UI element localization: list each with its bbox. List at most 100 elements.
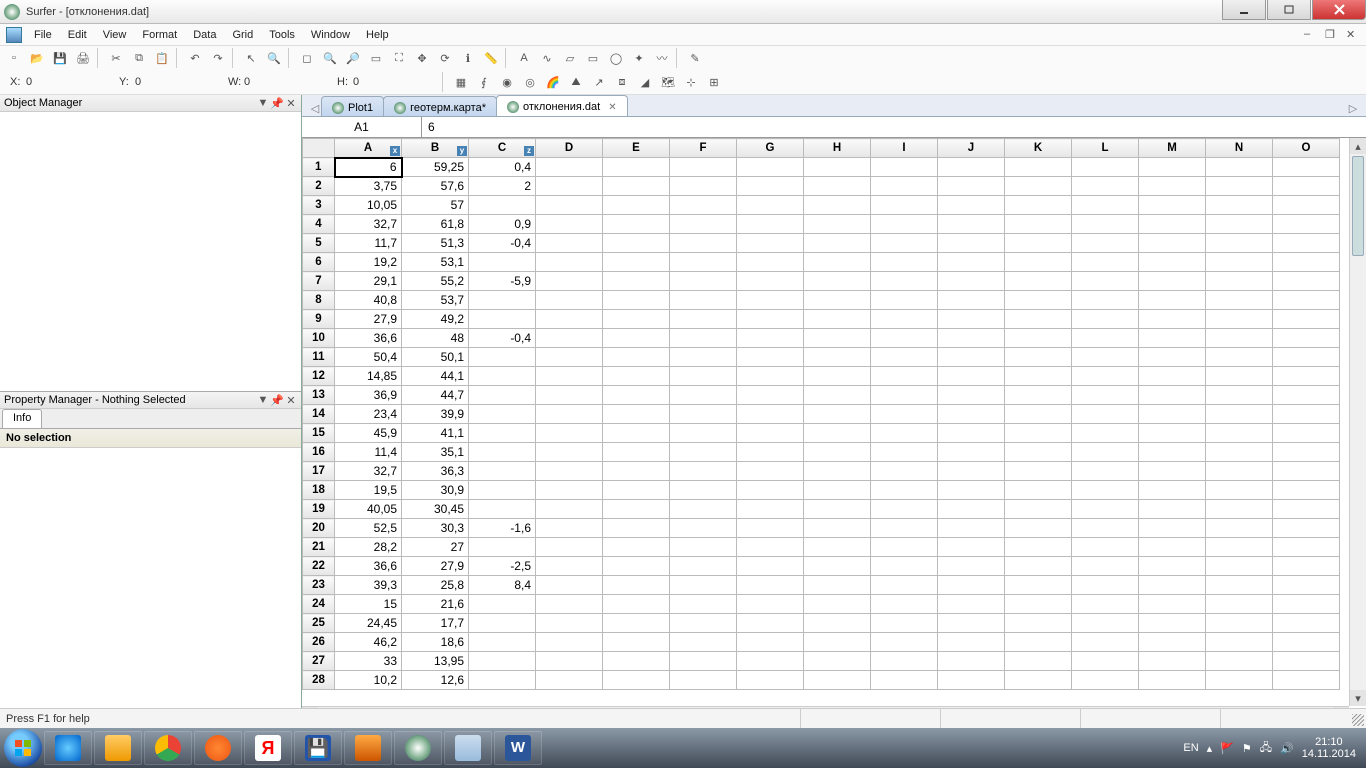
- base-map-icon[interactable]: 🗺: [658, 72, 678, 92]
- cell[interactable]: [871, 215, 938, 234]
- cell[interactable]: [804, 196, 871, 215]
- cell[interactable]: [603, 310, 670, 329]
- cell[interactable]: [871, 386, 938, 405]
- identify-icon[interactable]: ℹ: [458, 48, 478, 68]
- cell[interactable]: 30,3: [402, 519, 469, 538]
- cell[interactable]: 53,7: [402, 291, 469, 310]
- cell[interactable]: [804, 253, 871, 272]
- cell[interactable]: 33: [335, 652, 402, 671]
- cell[interactable]: [536, 158, 603, 177]
- cell[interactable]: [670, 500, 737, 519]
- scroll-down-icon[interactable]: ▾: [1350, 690, 1366, 706]
- cell[interactable]: 30,9: [402, 481, 469, 500]
- cell[interactable]: [871, 614, 938, 633]
- cell[interactable]: [938, 671, 1005, 690]
- panel-pin-icon[interactable]: 📌: [271, 394, 283, 406]
- cell[interactable]: [871, 367, 938, 386]
- cell[interactable]: [1072, 215, 1139, 234]
- cell[interactable]: [1206, 557, 1273, 576]
- taskbar-surfer[interactable]: [394, 731, 442, 765]
- cell[interactable]: [938, 443, 1005, 462]
- cell[interactable]: [603, 595, 670, 614]
- cell[interactable]: 14,85: [335, 367, 402, 386]
- cell[interactable]: [1072, 177, 1139, 196]
- row-header[interactable]: 9: [303, 310, 335, 329]
- cell[interactable]: [737, 253, 804, 272]
- cell[interactable]: [1206, 481, 1273, 500]
- cell[interactable]: [603, 405, 670, 424]
- cell[interactable]: [737, 462, 804, 481]
- row-header[interactable]: 13: [303, 386, 335, 405]
- cell[interactable]: [536, 253, 603, 272]
- cell[interactable]: [1273, 177, 1340, 196]
- col-header[interactable]: By: [402, 139, 469, 158]
- cell[interactable]: [871, 424, 938, 443]
- cell[interactable]: [1206, 234, 1273, 253]
- new-icon[interactable]: ▫: [4, 48, 24, 68]
- cell[interactable]: [469, 595, 536, 614]
- cell[interactable]: [603, 671, 670, 690]
- cell[interactable]: [1139, 158, 1206, 177]
- cell[interactable]: [938, 538, 1005, 557]
- cell[interactable]: [871, 500, 938, 519]
- col-header[interactable]: I: [871, 139, 938, 158]
- cell[interactable]: [1072, 462, 1139, 481]
- cell[interactable]: [670, 519, 737, 538]
- cell[interactable]: [804, 386, 871, 405]
- cell[interactable]: 3,75: [335, 177, 402, 196]
- cell[interactable]: [871, 253, 938, 272]
- cell[interactable]: 52,5: [335, 519, 402, 538]
- shaded-relief-icon[interactable]: ⛰: [566, 72, 586, 92]
- cell[interactable]: [938, 405, 1005, 424]
- cell[interactable]: [871, 234, 938, 253]
- window-minimize-button[interactable]: [1222, 0, 1266, 20]
- cell[interactable]: [603, 367, 670, 386]
- cell[interactable]: [603, 158, 670, 177]
- cell[interactable]: 55,2: [402, 272, 469, 291]
- cell[interactable]: [1072, 443, 1139, 462]
- row-header[interactable]: 20: [303, 519, 335, 538]
- cell[interactable]: [1005, 424, 1072, 443]
- cell[interactable]: [603, 519, 670, 538]
- cell[interactable]: [804, 462, 871, 481]
- cell[interactable]: [871, 519, 938, 538]
- cell[interactable]: [1072, 424, 1139, 443]
- cell[interactable]: [804, 329, 871, 348]
- cell[interactable]: [1273, 576, 1340, 595]
- cell[interactable]: [938, 500, 1005, 519]
- cell[interactable]: -5,9: [469, 272, 536, 291]
- cell[interactable]: [737, 576, 804, 595]
- menu-help[interactable]: Help: [358, 27, 397, 43]
- cell[interactable]: [1206, 614, 1273, 633]
- start-button[interactable]: [4, 729, 42, 767]
- cell[interactable]: [469, 253, 536, 272]
- cell[interactable]: [1273, 348, 1340, 367]
- cell[interactable]: 45,9: [335, 424, 402, 443]
- cell[interactable]: [737, 367, 804, 386]
- cell[interactable]: [871, 329, 938, 348]
- cell[interactable]: [1206, 519, 1273, 538]
- cell[interactable]: [536, 272, 603, 291]
- cell[interactable]: [737, 424, 804, 443]
- cell[interactable]: [1206, 215, 1273, 234]
- row-header[interactable]: 26: [303, 633, 335, 652]
- cell[interactable]: [469, 481, 536, 500]
- cell[interactable]: 50,1: [402, 348, 469, 367]
- cell[interactable]: [1072, 386, 1139, 405]
- taskbar-notepad[interactable]: [444, 731, 492, 765]
- cell[interactable]: [1206, 196, 1273, 215]
- cell[interactable]: 11,7: [335, 234, 402, 253]
- cell[interactable]: [1206, 329, 1273, 348]
- zoom-rect-icon[interactable]: ▭: [366, 48, 386, 68]
- cell[interactable]: 32,7: [335, 462, 402, 481]
- taskbar-ie[interactable]: [44, 731, 92, 765]
- cell[interactable]: [536, 329, 603, 348]
- cell[interactable]: 40,8: [335, 291, 402, 310]
- cell[interactable]: [603, 652, 670, 671]
- cell[interactable]: [1072, 367, 1139, 386]
- cell[interactable]: [1139, 481, 1206, 500]
- tray-up-icon[interactable]: ▴: [1207, 742, 1213, 755]
- cell[interactable]: 35,1: [402, 443, 469, 462]
- cell[interactable]: [536, 538, 603, 557]
- cell[interactable]: [670, 633, 737, 652]
